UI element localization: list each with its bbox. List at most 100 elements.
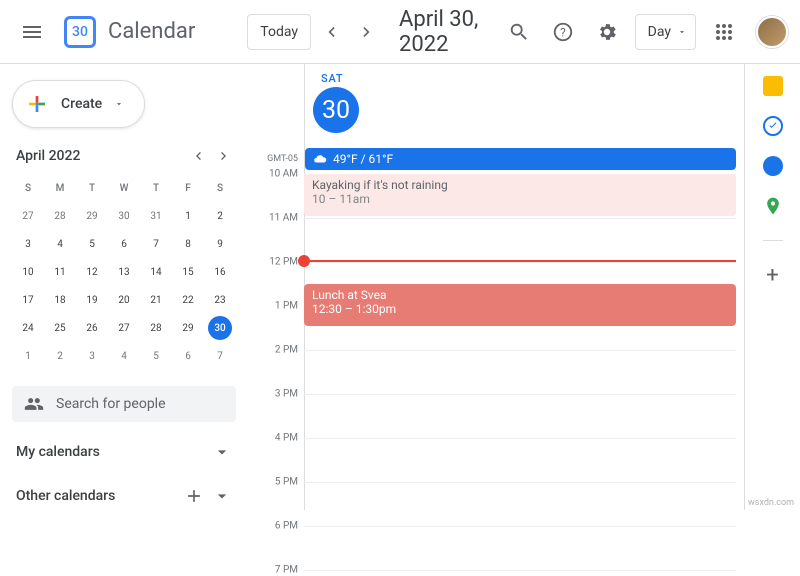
mini-day-cell[interactable]: 23	[204, 286, 236, 314]
create-button[interactable]: Create	[12, 80, 145, 128]
calendar-event[interactable]: Kayaking if it's not raining10 – 11am	[304, 174, 736, 216]
people-search[interactable]: Search for people	[12, 386, 236, 422]
chevron-left-icon	[321, 22, 341, 42]
mini-day-cell[interactable]: 21	[140, 286, 172, 314]
create-label: Create	[61, 96, 102, 112]
mini-day-cell[interactable]: 5	[76, 230, 108, 258]
mini-day-cell[interactable]: 27	[12, 202, 44, 230]
today-button[interactable]: Today	[247, 14, 311, 50]
weather-text: 49°F / 61°F	[333, 152, 393, 166]
mini-day-cell[interactable]: 8	[172, 230, 204, 258]
keep-app-icon[interactable]	[763, 76, 783, 96]
svg-text:?: ?	[560, 25, 566, 39]
hour-line	[304, 482, 736, 483]
add-addon-button[interactable]: +	[763, 265, 783, 285]
hour-label: 7 PM	[256, 565, 298, 576]
mini-day-cell[interactable]: 4	[108, 342, 140, 370]
mini-day-cell[interactable]: 24	[12, 314, 44, 342]
hour-line	[304, 262, 736, 263]
mini-day-cell[interactable]: 9	[204, 230, 236, 258]
mini-day-cell[interactable]: 19	[76, 286, 108, 314]
watermark: wsxdn.com	[748, 498, 794, 508]
event-time: 12:30 – 1:30pm	[312, 302, 728, 316]
mini-day-cell[interactable]: 7	[140, 230, 172, 258]
search-button[interactable]	[499, 12, 539, 52]
mini-day-cell[interactable]: 30	[108, 202, 140, 230]
mini-day-cell[interactable]: 25	[44, 314, 76, 342]
mini-day-cell[interactable]: 7	[204, 342, 236, 370]
mini-day-cell[interactable]: 1	[12, 342, 44, 370]
event-title: Kayaking if it's not raining	[312, 178, 728, 192]
mini-day-cell[interactable]: 14	[140, 258, 172, 286]
day-of-week-label: SAT	[321, 72, 343, 85]
search-placeholder: Search for people	[56, 396, 166, 412]
tasks-app-icon[interactable]	[763, 116, 783, 136]
mini-day-cell[interactable]: 30	[208, 316, 232, 340]
calendar-event[interactable]: Lunch at Svea12:30 – 1:30pm	[304, 284, 736, 326]
maps-app-icon[interactable]	[763, 196, 783, 216]
mini-day-cell[interactable]: 15	[172, 258, 204, 286]
mini-dow-header: T	[140, 174, 172, 202]
mini-day-cell[interactable]: 10	[12, 258, 44, 286]
mini-dow-header: W	[108, 174, 140, 202]
mini-calendar-header: April 2022	[8, 144, 240, 174]
google-apps-button[interactable]	[704, 12, 744, 52]
people-icon	[24, 394, 44, 414]
mini-dow-header: F	[172, 174, 204, 202]
mini-day-cell[interactable]: 29	[76, 202, 108, 230]
day-view: SAT 30 49°F / 61°F GMT-05 Kayaking if it…	[256, 64, 744, 510]
next-day-button[interactable]	[351, 16, 383, 48]
mini-calendar-grid: SMTWTFS272829303112345678910111213141516…	[8, 174, 240, 370]
search-icon	[508, 21, 530, 43]
mini-day-cell[interactable]: 26	[76, 314, 108, 342]
mini-day-cell[interactable]: 13	[108, 258, 140, 286]
mini-day-cell[interactable]: 4	[44, 230, 76, 258]
my-calendars-toggle[interactable]: My calendars	[8, 430, 240, 474]
mini-day-cell[interactable]: 2	[204, 202, 236, 230]
mini-day-cell[interactable]: 11	[44, 258, 76, 286]
hour-line	[304, 218, 736, 219]
mini-day-cell[interactable]: 6	[108, 230, 140, 258]
weather-chip[interactable]: 49°F / 61°F	[305, 148, 736, 170]
hour-line	[304, 350, 736, 351]
mini-day-cell[interactable]: 3	[12, 230, 44, 258]
mini-day-cell[interactable]: 18	[44, 286, 76, 314]
other-calendars-toggle[interactable]: Other calendars	[8, 474, 240, 510]
mini-day-cell[interactable]: 31	[140, 202, 172, 230]
mini-day-cell[interactable]: 29	[172, 314, 204, 342]
mini-day-cell[interactable]: 20	[108, 286, 140, 314]
hour-label: 11 AM	[256, 213, 298, 224]
mini-day-cell[interactable]: 3	[76, 342, 108, 370]
add-icon[interactable]	[184, 486, 204, 506]
main-menu-button[interactable]	[8, 8, 56, 56]
mini-prev-month[interactable]	[186, 144, 210, 168]
mini-day-cell[interactable]: 6	[172, 342, 204, 370]
hour-label: 6 PM	[256, 521, 298, 532]
event-grid[interactable]: Kayaking if it's not raining10 – 11am Lun…	[304, 174, 736, 510]
mini-day-cell[interactable]: 2	[44, 342, 76, 370]
mini-next-month[interactable]	[212, 144, 236, 168]
view-switcher[interactable]: Day	[635, 14, 696, 50]
mini-day-cell[interactable]: 22	[172, 286, 204, 314]
dropdown-caret-icon	[677, 27, 687, 37]
help-button[interactable]: ?	[543, 12, 583, 52]
mini-day-cell[interactable]: 28	[44, 202, 76, 230]
account-avatar[interactable]	[756, 16, 788, 48]
day-number[interactable]: 30	[313, 87, 359, 133]
chevron-left-icon	[190, 148, 206, 164]
hour-line	[304, 438, 736, 439]
mini-day-cell[interactable]: 17	[12, 286, 44, 314]
hour-label: 5 PM	[256, 477, 298, 488]
prev-day-button[interactable]	[315, 16, 347, 48]
mini-day-cell[interactable]: 5	[140, 342, 172, 370]
mini-dow-header: T	[76, 174, 108, 202]
side-panel: +	[744, 64, 800, 510]
mini-day-cell[interactable]: 28	[140, 314, 172, 342]
contacts-app-icon[interactable]	[763, 156, 783, 176]
mini-day-cell[interactable]: 12	[76, 258, 108, 286]
mini-day-cell[interactable]: 16	[204, 258, 236, 286]
settings-button[interactable]	[587, 12, 627, 52]
dropdown-caret-icon	[114, 99, 124, 109]
mini-day-cell[interactable]: 27	[108, 314, 140, 342]
mini-day-cell[interactable]: 1	[172, 202, 204, 230]
